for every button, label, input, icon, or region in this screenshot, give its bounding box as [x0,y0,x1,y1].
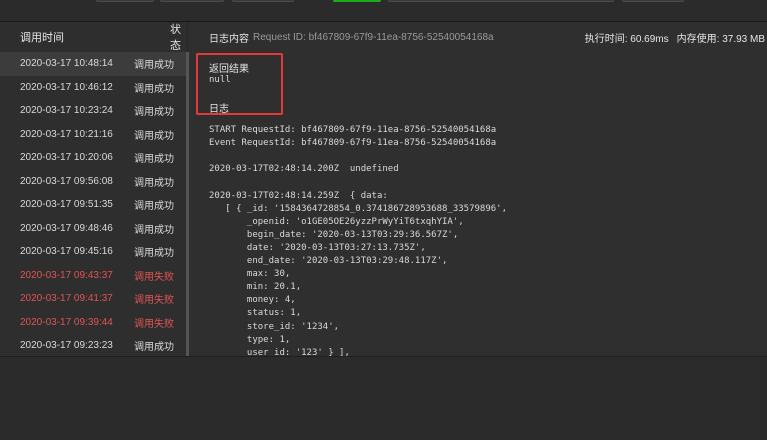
invocation-rows: 2020-03-17 10:48:14 调用成功 2020-03-17 10:46:… [0,52,186,358]
row-status: 调用成功 [134,177,174,189]
row-status: 调用成功 [134,83,174,95]
row-time: 2020-03-17 09:23:23 [20,340,113,352]
row-time: 2020-03-17 09:51:35 [20,199,113,211]
exec-time: 执行时间: 60.69ms [584,33,669,45]
list-header: 调用时间 状态 [0,22,186,52]
return-title: 返回结果 [209,64,249,75]
request-id: Request ID: bf467809-67f9-11ea-8756-5254… [253,31,494,43]
toolbar-field[interactable] [388,0,614,2]
table-row[interactable]: 2020-03-17 09:51:35 调用成功 [0,193,186,217]
table-row[interactable]: 2020-03-17 09:56:08 调用成功 [0,170,186,194]
row-time: 2020-03-17 09:41:37 [20,293,113,305]
primary-button[interactable] [333,0,381,2]
row-status: 调用成功 [134,342,174,354]
col-time-header: 调用时间 [20,32,64,44]
log-line: end_date: '2020-03-13T03:29:48.117Z', [209,256,448,266]
row-status: 调用成功 [134,107,174,119]
table-row[interactable]: 2020-03-17 09:41:37 调用失败 [0,287,186,311]
row-status: 调用成功 [134,224,174,236]
row-time: 2020-03-17 09:39:44 [20,316,113,328]
table-row[interactable]: 2020-03-17 10:20:06 调用成功 [0,146,186,170]
toolbar [0,0,767,22]
row-time: 2020-03-17 10:48:14 [20,58,113,70]
invocation-list: 调用时间 状态 2020-03-17 10:48:14 调用成功 2020-03-1… [0,22,186,356]
row-status: 调用失败 [134,271,174,283]
table-row[interactable]: 2020-03-17 10:48:14 调用成功 [0,52,186,76]
table-row[interactable]: 2020-03-17 09:23:23 调用成功 [0,334,186,358]
return-value: null [209,75,231,85]
table-row[interactable]: 2020-03-17 10:23:24 调用成功 [0,99,186,123]
row-status: 调用成功 [134,201,174,213]
log-title: 日志内容 [209,33,249,45]
log-line: store_id: '1234', [209,321,340,332]
log-line: max: 30, [209,269,291,280]
toolbar-button[interactable] [622,0,684,2]
log-line: _openid: 'o1GE05OE26yzzPrWyYiT6txqhYIA', [209,216,464,227]
log-line: Event RequestId: bf467809-67f9-11ea-8756… [209,138,497,149]
log-line: START RequestId: bf467809-67f9-11ea-8756… [209,125,497,135]
row-time: 2020-03-17 10:23:24 [20,105,113,117]
row-status: 调用成功 [134,154,174,166]
table-row[interactable]: 2020-03-17 09:48:46 调用成功 [0,217,186,241]
row-time: 2020-03-17 09:43:37 [20,269,113,281]
log-line: status: 1, [209,308,302,319]
row-time: 2020-03-17 09:45:16 [20,246,113,258]
toolbar-button[interactable] [96,0,154,2]
memory-usage: 内存使用: 37.93 MB [676,33,765,45]
col-status-header: 状态 [170,24,181,52]
log-line: money: 4, [209,295,296,306]
log-line: 2020-03-17T02:48:14.200Z undefined [209,164,399,175]
row-status: 调用成功 [134,60,174,72]
table-row[interactable]: 2020-03-17 10:46:12 调用成功 [0,76,186,100]
row-time: 2020-03-17 10:20:06 [20,152,113,164]
log-line: begin_date: '2020-03-13T03:29:36.567Z', [209,229,459,240]
table-row[interactable]: 2020-03-17 09:39:44 调用失败 [0,311,186,335]
row-time: 2020-03-17 09:56:08 [20,175,113,187]
log-stats: 执行时间: 60.69ms 内存使用: 37.93 MB [585,22,765,52]
row-status: 调用失败 [134,318,174,330]
row-status: 调用成功 [134,248,174,260]
toolbar-button[interactable] [232,0,294,2]
toolbar-button[interactable] [160,0,224,2]
row-status: 调用成功 [134,130,174,142]
row-time: 2020-03-17 10:21:16 [20,128,113,140]
log-header: 日志内容 Request ID: bf467809-67f9-11ea-8756… [189,22,767,52]
log-line: type: 1, [209,334,291,345]
table-row[interactable]: 2020-03-17 09:43:37 调用失败 [0,264,186,288]
log-line: [ { _id: '1584364728854_0.37418672895368… [209,203,508,214]
row-status: 调用失败 [134,295,174,307]
log-line: date: '2020-03-13T03:27:13.735Z', [209,242,426,253]
log-line: 2020-03-17T02:48:14.259Z { data: [209,190,388,201]
table-row[interactable]: 2020-03-17 10:21:16 调用成功 [0,123,186,147]
log-panel: 日志内容 Request ID: bf467809-67f9-11ea-8756… [189,22,767,358]
bottom-panel [0,356,767,440]
log-line: min: 20.1, [209,282,302,293]
row-time: 2020-03-17 10:46:12 [20,81,113,93]
log-section-title: 日志 [209,104,229,115]
table-row[interactable]: 2020-03-17 09:45:16 调用成功 [0,240,186,264]
row-time: 2020-03-17 09:48:46 [20,222,113,234]
